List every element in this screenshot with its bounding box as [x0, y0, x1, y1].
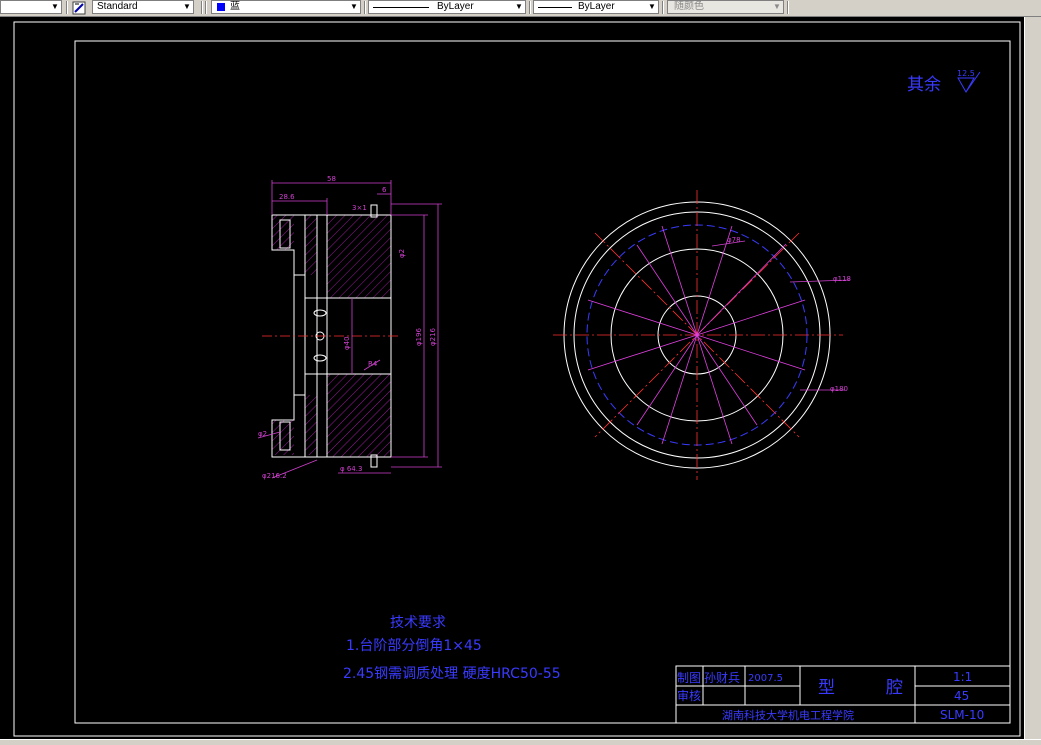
chevron-down-icon: ▼: [350, 2, 358, 11]
tb-reviewer-label: 审核: [677, 688, 701, 703]
chevron-down-icon: ▼: [515, 2, 523, 11]
toolbar-separator: [205, 1, 207, 14]
drawing-canvas[interactable]: 其余 12.5 58 28.6 6 3×1 φ216.2 φ 64.3 φ40 …: [0, 17, 1024, 739]
tb-drafter-name: 孙财兵: [704, 671, 740, 685]
tb-scale: 1:1: [953, 670, 972, 684]
dim-right-small: φ2: [398, 249, 406, 258]
lineweight-dropdown[interactable]: ByLayer ▼: [533, 0, 659, 14]
tech-req-title: 技术要求: [390, 615, 446, 631]
text-style-dropdown[interactable]: Standard ▼: [92, 0, 194, 14]
color-dropdown[interactable]: 蓝 ▼: [211, 0, 361, 14]
upper-oil-hole: [313, 309, 327, 317]
tb-school: 湖南科技大学机电工程学院: [722, 708, 854, 722]
dim-outer-dia: φ216: [429, 327, 437, 346]
tb-material: 45: [954, 689, 969, 703]
hatch-upper-body: [327, 215, 391, 298]
inner-frame: [74, 40, 1011, 724]
dim-bottom-mid: φ 64.3: [340, 465, 362, 473]
surface-finish-value: 12.5: [957, 69, 975, 78]
plotstyle-value: 随颜色: [674, 1, 704, 12]
tb-date: 2007.5: [748, 673, 783, 684]
layer-dropdown[interactable]: ▼: [0, 0, 62, 14]
horizontal-scrollbar[interactable]: [0, 739, 1041, 745]
toolbar-separator: [201, 1, 203, 14]
cad-drawing: 其余 12.5 58 28.6 6 3×1 φ216.2 φ 64.3 φ40 …: [13, 21, 1021, 737]
title-block: 制图 孙财兵 2007.5 审核 型 腔 1:1 45 湖南科技大学机电工程学院…: [675, 665, 1011, 724]
dim-circle-2: φ118: [833, 275, 851, 283]
tech-req-line-1: 1.台阶部分倒角1×45: [346, 638, 482, 654]
properties-toolbar: ▼ Standard ▼ 蓝 ▼ ByLayer ▼ ByLayer ▼ 随颜色…: [0, 0, 1041, 17]
toolbar-separator: [66, 1, 68, 14]
text-style-value: Standard: [97, 1, 138, 12]
linetype-dropdown[interactable]: ByLayer ▼: [368, 0, 526, 14]
hatch-lower-neck: [305, 395, 317, 455]
outer-sheet-border: [13, 21, 1021, 737]
toolbar-separator: [787, 1, 789, 14]
vertical-scrollbar[interactable]: [1024, 17, 1041, 739]
toolbar-separator: [529, 1, 531, 14]
dim-mid-small: R4: [368, 360, 378, 368]
dim-circle-1: φ78: [727, 236, 741, 244]
tb-drawing-no: SLM-10: [940, 708, 984, 722]
color-value: 蓝: [230, 1, 240, 12]
tb-drafter-label: 制图: [677, 671, 701, 685]
text-style-icon[interactable]: [72, 0, 86, 15]
dim-top-left: 28.6: [279, 193, 295, 201]
lower-oil-hole: [313, 354, 327, 362]
dim-bottom-left: φ216.2: [262, 472, 287, 480]
tb-part-name: 型 腔: [818, 678, 903, 698]
dim-small-label: 3×1: [352, 204, 367, 212]
dim-top-right: 6: [382, 186, 387, 194]
dim-top-overall: 58: [327, 175, 336, 183]
color-swatch: [217, 3, 225, 11]
chevron-down-icon: ▼: [183, 2, 191, 11]
surface-finish-note: 其余 12.5: [907, 69, 981, 95]
tech-req-line-2: 2.45钢需调质处理 硬度HRC50-55: [343, 666, 561, 682]
dim-circle-3: φ180: [830, 385, 848, 393]
toolbar-separator: [662, 1, 664, 14]
toolbar-separator: [364, 1, 366, 14]
section-view: 58 28.6 6 3×1 φ216.2 φ 64.3 φ40 φ2 φ196 …: [257, 175, 442, 480]
dim-center: φ40: [343, 336, 351, 350]
linetype-value: ByLayer: [437, 1, 474, 12]
chevron-down-icon: ▼: [51, 2, 59, 11]
hatch-upper-neck: [305, 215, 317, 275]
dim-left-small: φ2: [258, 430, 267, 438]
hatch-lower-body: [327, 374, 391, 457]
chevron-down-icon: ▼: [648, 2, 656, 11]
plotstyle-dropdown[interactable]: 随颜色 ▼: [667, 0, 784, 14]
lineweight-swatch: [538, 7, 572, 8]
front-view: φ78 φ118 φ180: [553, 190, 851, 480]
technical-requirements: 技术要求 1.台阶部分倒角1×45 2.45钢需调质处理 硬度HRC50-55: [343, 615, 561, 682]
linetype-swatch: [373, 7, 429, 8]
lineweight-value: ByLayer: [578, 1, 615, 12]
dim-inner-dia: φ196: [415, 327, 423, 346]
surface-finish-label: 其余: [907, 75, 941, 95]
chevron-down-icon: ▼: [773, 2, 781, 11]
